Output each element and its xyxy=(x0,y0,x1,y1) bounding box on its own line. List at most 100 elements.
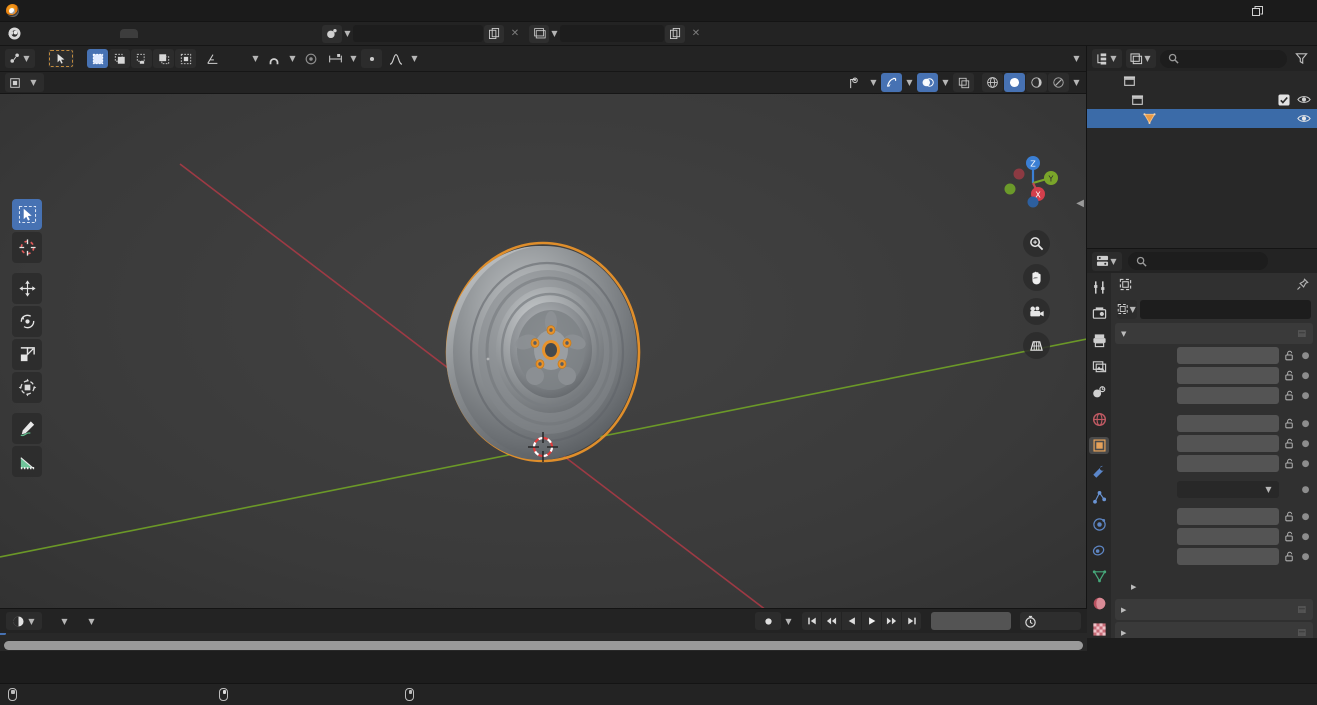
snap-magnet-icon[interactable] xyxy=(263,49,285,68)
shading-rendered-icon[interactable] xyxy=(1048,73,1069,92)
lock-scale-y-icon[interactable] xyxy=(1283,531,1296,542)
panel-delta-transform[interactable]: ▶ xyxy=(1111,576,1317,597)
new-scene-button[interactable] xyxy=(484,24,504,43)
animate-scale-z-icon[interactable]: ● xyxy=(1300,552,1311,562)
outliner-display-mode-icon[interactable]: ▼ xyxy=(1126,49,1156,68)
outliner-search-input[interactable] xyxy=(1160,49,1287,68)
animate-location-z-icon[interactable]: ● xyxy=(1300,391,1311,401)
shading-solid-icon[interactable] xyxy=(1004,73,1025,92)
menu-window[interactable] xyxy=(74,31,90,37)
select-intersect-icon[interactable] xyxy=(175,49,196,68)
workspace-tab-uv-editing[interactable] xyxy=(174,29,192,38)
visibility-chevron[interactable]: ▼ xyxy=(869,78,878,87)
value-rotation-x[interactable] xyxy=(1177,415,1279,432)
pivot-icon[interactable] xyxy=(325,49,346,68)
pin-icon[interactable] xyxy=(1296,277,1309,291)
show-gizmo-icon[interactable] xyxy=(881,73,902,92)
ortho-perspective-icon[interactable] xyxy=(1023,332,1050,359)
navigation-gizmo[interactable]: Z Y X xyxy=(1002,152,1064,214)
tool-tweak-icon[interactable] xyxy=(48,49,74,68)
menu-render[interactable] xyxy=(58,31,74,37)
properties-tab-view-layer[interactable] xyxy=(1089,358,1109,375)
animate-rotation-mode-icon[interactable]: ● xyxy=(1300,485,1311,495)
animate-rotation-y-icon[interactable]: ● xyxy=(1300,439,1311,449)
workspace-tab-animation[interactable] xyxy=(228,29,246,38)
jump-to-next-keyframe-button[interactable] xyxy=(882,612,901,630)
lock-rotation-y-icon[interactable] xyxy=(1283,438,1296,449)
jump-to-start-button[interactable] xyxy=(802,612,821,630)
properties-tab-texture[interactable] xyxy=(1089,621,1109,638)
remove-view-layer-button[interactable]: ✕ xyxy=(686,25,706,43)
menu-edit[interactable] xyxy=(42,31,58,37)
select-set-icon[interactable] xyxy=(87,49,108,68)
outliner-filter-icon[interactable] xyxy=(1291,49,1312,68)
maximize-button[interactable] xyxy=(1237,0,1277,22)
properties-tab-modifiers[interactable] xyxy=(1089,463,1109,480)
lock-location-y-icon[interactable] xyxy=(1283,370,1296,381)
object-mode-selector[interactable]: ▼ xyxy=(5,73,44,92)
workspace-tab-compositing[interactable] xyxy=(264,29,282,38)
proportional-edit-icon[interactable] xyxy=(300,49,322,68)
lock-location-x-icon[interactable] xyxy=(1283,350,1296,361)
animate-rotation-x-icon[interactable]: ● xyxy=(1300,419,1311,429)
workspace-tab-texture-paint[interactable] xyxy=(192,29,210,38)
properties-search-input[interactable] xyxy=(1128,252,1268,270)
value-location-x[interactable] xyxy=(1177,347,1279,364)
falloff-chevron[interactable]: ▼ xyxy=(410,54,419,63)
transform-orientation-chevron[interactable]: ▼ xyxy=(251,54,260,63)
playhead[interactable] xyxy=(0,633,6,635)
transform-orientation-icon[interactable] xyxy=(202,49,224,68)
animate-location-y-icon[interactable]: ● xyxy=(1300,371,1311,381)
options-chevron[interactable]: ▼ xyxy=(1072,54,1081,63)
workspace-tab-shading[interactable] xyxy=(210,29,228,38)
properties-tab-material[interactable] xyxy=(1089,594,1109,611)
unlink-scene-button[interactable]: ✕ xyxy=(505,25,525,43)
blender-menu-icon[interactable] xyxy=(4,24,24,44)
viewport-options-button[interactable] xyxy=(1048,49,1069,68)
overlays-chevron[interactable]: ▼ xyxy=(941,78,950,87)
editor-type-icon[interactable]: ▼ xyxy=(5,49,35,68)
view-layer-dropdown-chevron[interactable]: ▼ xyxy=(550,29,559,38)
auto-key-chevron[interactable]: ▼ xyxy=(784,617,793,626)
viewport-menu-select[interactable] xyxy=(69,73,90,92)
select-subtract-icon[interactable] xyxy=(131,49,152,68)
xray-toggle-icon[interactable] xyxy=(953,73,974,92)
timeline-editor[interactable]: ▼ ▼ ▼ ▼ xyxy=(0,608,1087,651)
viewport-menu-object[interactable] xyxy=(115,73,136,92)
sidebar-toggle-arrow[interactable]: ◀ xyxy=(1076,198,1084,209)
timeline-menu-playback[interactable] xyxy=(45,612,57,630)
timeline-ruler[interactable] xyxy=(0,633,1087,651)
shading-chevron[interactable]: ▼ xyxy=(1072,78,1081,87)
jump-to-end-button[interactable] xyxy=(902,612,921,630)
outliner-row-collection[interactable] xyxy=(1087,90,1317,109)
animate-scale-y-icon[interactable]: ● xyxy=(1300,532,1311,542)
select-extend-icon[interactable] xyxy=(109,49,130,68)
panel-relations[interactable]: ▶ ▤ xyxy=(1115,599,1313,620)
value-rotation-mode[interactable]: ▼ xyxy=(1177,481,1279,498)
timeline-menu-view[interactable] xyxy=(99,612,111,630)
properties-editor[interactable]: ▼ ▼ ▼ ▤ ● ● ● ● ● ● ▼ ● ● ● ● ▶ ▶ ▤ ▶ ▤ xyxy=(1087,249,1317,638)
menu-help[interactable] xyxy=(90,31,106,37)
animate-location-x-icon[interactable]: ● xyxy=(1300,351,1311,361)
collection-checkbox[interactable] xyxy=(1278,93,1290,106)
properties-tab-scene[interactable] xyxy=(1089,384,1109,401)
value-scale-z[interactable] xyxy=(1177,548,1279,565)
outliner-editor-type-icon[interactable]: ▼ xyxy=(1092,49,1122,68)
select-invert-icon[interactable] xyxy=(153,49,174,68)
lock-scale-z-icon[interactable] xyxy=(1283,551,1296,562)
proportional-toggle-icon[interactable] xyxy=(361,49,382,68)
viewport-canvas[interactable]: ◀ Z Y X xyxy=(0,94,1086,608)
view-layer-icon[interactable] xyxy=(529,24,549,43)
properties-tab-output[interactable] xyxy=(1089,332,1109,349)
tool-select-box-icon[interactable] xyxy=(12,199,42,230)
snap-chevron[interactable]: ▼ xyxy=(288,54,297,63)
play-reverse-button[interactable] xyxy=(842,612,861,630)
value-location-y[interactable] xyxy=(1177,367,1279,384)
timeline-menu-marker[interactable] xyxy=(114,612,126,630)
lock-location-z-icon[interactable] xyxy=(1283,390,1296,401)
visibility-icon[interactable] xyxy=(844,73,866,92)
play-button[interactable] xyxy=(862,612,881,630)
gizmo-chevron[interactable]: ▼ xyxy=(905,78,914,87)
current-frame-field[interactable] xyxy=(931,612,1011,630)
viewport-menu-add[interactable] xyxy=(92,73,113,92)
